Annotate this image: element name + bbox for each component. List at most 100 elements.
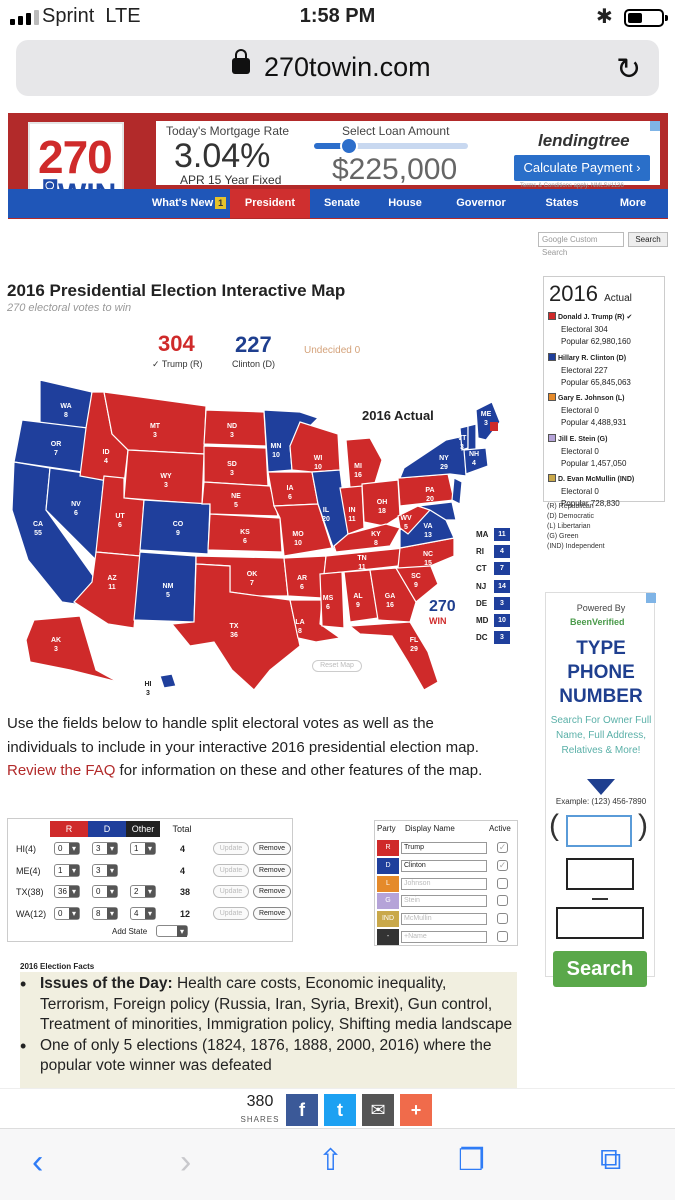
loan-slider[interactable] xyxy=(314,143,468,149)
nav-states[interactable]: States xyxy=(526,189,598,218)
split-votes-table: R D Other Total HI(4)0314UpdateRemoveME(… xyxy=(7,818,293,942)
update-button[interactable]: Update xyxy=(213,842,249,855)
email-share-button[interactable]: ✉ xyxy=(362,1094,394,1126)
small-state-ev[interactable]: 11 xyxy=(494,528,510,541)
bookmarks-icon[interactable]: ❐ xyxy=(458,1143,485,1178)
nav-more[interactable]: More xyxy=(598,189,668,218)
calculate-payment-button[interactable]: Calculate Payment › xyxy=(514,155,650,181)
update-button[interactable]: Update xyxy=(213,885,249,898)
party-active-checkbox[interactable]: ✓ xyxy=(497,842,508,853)
nav-house[interactable]: House xyxy=(374,189,436,218)
d-votes-select[interactable]: 3 xyxy=(92,863,118,877)
d-votes-select[interactable]: 8 xyxy=(92,906,118,920)
add-state-select[interactable] xyxy=(156,925,188,937)
adchoices-icon[interactable] xyxy=(650,121,660,131)
party-display-name-input[interactable]: Johnson xyxy=(401,877,487,890)
party-display-name-input[interactable]: Trump xyxy=(401,842,487,854)
remove-button[interactable]: Remove xyxy=(253,842,291,855)
party-active-checkbox[interactable] xyxy=(497,895,508,907)
battery-icon xyxy=(624,9,668,27)
small-state-ma[interactable]: MA 11 xyxy=(476,528,516,541)
party-row: - +Name xyxy=(375,928,519,946)
state-ak[interactable] xyxy=(25,615,119,683)
share-icon[interactable]: ⇧ xyxy=(318,1143,343,1178)
address-bar[interactable]: 270towin.com ↻ xyxy=(16,40,659,96)
area-code-input[interactable] xyxy=(566,815,632,847)
candidate-swatch xyxy=(548,433,556,442)
twitter-share-button[interactable]: t xyxy=(324,1094,356,1126)
small-state-ev[interactable]: 10 xyxy=(494,614,510,627)
small-state-ev[interactable]: 4 xyxy=(494,545,510,559)
small-state-ct[interactable]: CT 7 xyxy=(476,562,516,576)
update-button[interactable]: Update xyxy=(213,906,249,920)
back-icon[interactable]: ‹ xyxy=(32,1143,43,1182)
small-state-ev[interactable]: 3 xyxy=(494,631,510,645)
update-button[interactable]: Update xyxy=(213,863,249,877)
browser-toolbar: ‹ › ⇧ ❐ ⧉ xyxy=(0,1128,675,1200)
d-votes-select[interactable]: 3 xyxy=(92,842,118,855)
results-year-value: 2016 xyxy=(549,281,598,306)
r-votes-select[interactable]: 0 xyxy=(54,906,80,920)
small-state-ev[interactable]: 7 xyxy=(494,562,510,576)
party-display-name-input[interactable]: McMullin xyxy=(401,913,487,926)
r-votes-select[interactable]: 0 xyxy=(54,842,80,855)
more-share-button[interactable]: + xyxy=(400,1094,432,1126)
state-fl[interactable] xyxy=(348,621,439,691)
nav-president[interactable]: President xyxy=(230,189,310,218)
other-votes-select[interactable]: 1 xyxy=(130,842,156,855)
candidate-swatch xyxy=(548,352,556,361)
facebook-share-button[interactable]: f xyxy=(286,1094,318,1126)
state-me[interactable] xyxy=(475,401,501,441)
reload-icon[interactable]: ↻ xyxy=(616,52,641,87)
clinton-label: Clinton (D) xyxy=(232,359,276,369)
small-state-ev[interactable]: 14 xyxy=(494,579,510,593)
forward-icon[interactable]: › xyxy=(180,1143,191,1182)
party-active-checkbox[interactable] xyxy=(497,931,508,942)
party-active-checkbox[interactable] xyxy=(497,877,508,889)
d-votes-select[interactable]: 0 xyxy=(92,885,118,898)
tabs-icon[interactable]: ⧉ xyxy=(600,1143,621,1177)
site-search-button[interactable]: Search xyxy=(628,232,668,247)
faq-link[interactable]: Review the FAQ xyxy=(7,762,115,779)
site-search-input[interactable]: Google Custom Search xyxy=(538,232,624,257)
nav-governor[interactable]: Governor xyxy=(436,189,526,218)
state-ny[interactable] xyxy=(399,435,467,479)
party-display-name-input[interactable]: +Name xyxy=(401,931,487,943)
electoral-map[interactable]: WA 8 OR 7 CA 55 NV 6 ID 4 MT 3 WY 3 UT 6 AZ 11 CO 9 NM 5 ND 3 SD… xyxy=(0,370,530,700)
small-state-md[interactable]: MD 10 xyxy=(476,614,516,627)
small-state-ri[interactable]: RI 4 xyxy=(476,545,516,559)
reset-map-button[interactable]: Reset Map xyxy=(312,660,362,672)
other-votes-select[interactable]: 4 xyxy=(130,906,156,920)
party-display-name-input[interactable]: Stein xyxy=(401,895,487,908)
small-state-dc[interactable]: DC 3 xyxy=(476,631,516,645)
party-active-checkbox[interactable]: ✓ xyxy=(497,859,508,871)
state-nh[interactable] xyxy=(467,423,477,451)
party-active-checkbox[interactable] xyxy=(497,913,508,925)
phone-lookup-ad[interactable]: Powered By BeenVerified TYPE PHONE NUMBE… xyxy=(545,592,656,987)
ad-search-button[interactable]: Search xyxy=(553,951,647,987)
state-nj[interactable] xyxy=(451,477,463,505)
state-mi[interactable] xyxy=(345,437,383,489)
r-votes-select[interactable]: 36 xyxy=(54,885,80,898)
line-number-input[interactable] xyxy=(556,907,644,939)
adchoices-icon[interactable] xyxy=(646,593,656,603)
remove-button[interactable]: Remove xyxy=(253,906,291,920)
nav-whats-new[interactable]: What's New 1 xyxy=(148,189,230,218)
small-state-abbr: DE xyxy=(476,598,488,608)
small-state-de[interactable]: DE 3 xyxy=(476,596,516,610)
other-votes-select[interactable]: 2 xyxy=(130,885,156,898)
nav-senate[interactable]: Senate xyxy=(310,189,374,218)
party-display-name-input[interactable]: Clinton xyxy=(401,859,487,872)
state-hi[interactable] xyxy=(159,673,177,689)
candidate-name: Gary E. Johnson (L) xyxy=(558,395,625,402)
remove-button[interactable]: Remove xyxy=(253,885,291,898)
small-state-nj[interactable]: NJ 14 xyxy=(476,579,516,593)
remove-button[interactable]: Remove xyxy=(253,863,291,877)
mortgage-ad[interactable]: Today's Mortgage Rate 3.04% APR 15 Year … xyxy=(156,121,660,189)
prefix-input[interactable] xyxy=(566,858,634,890)
lock-icon xyxy=(232,49,250,74)
party-row: G Stein xyxy=(375,892,519,910)
small-state-ev[interactable]: 3 xyxy=(494,596,510,610)
r-votes-select[interactable]: 1 xyxy=(54,863,80,877)
fact-item: Issues of the Day: Health care costs, Ec… xyxy=(20,974,517,1036)
